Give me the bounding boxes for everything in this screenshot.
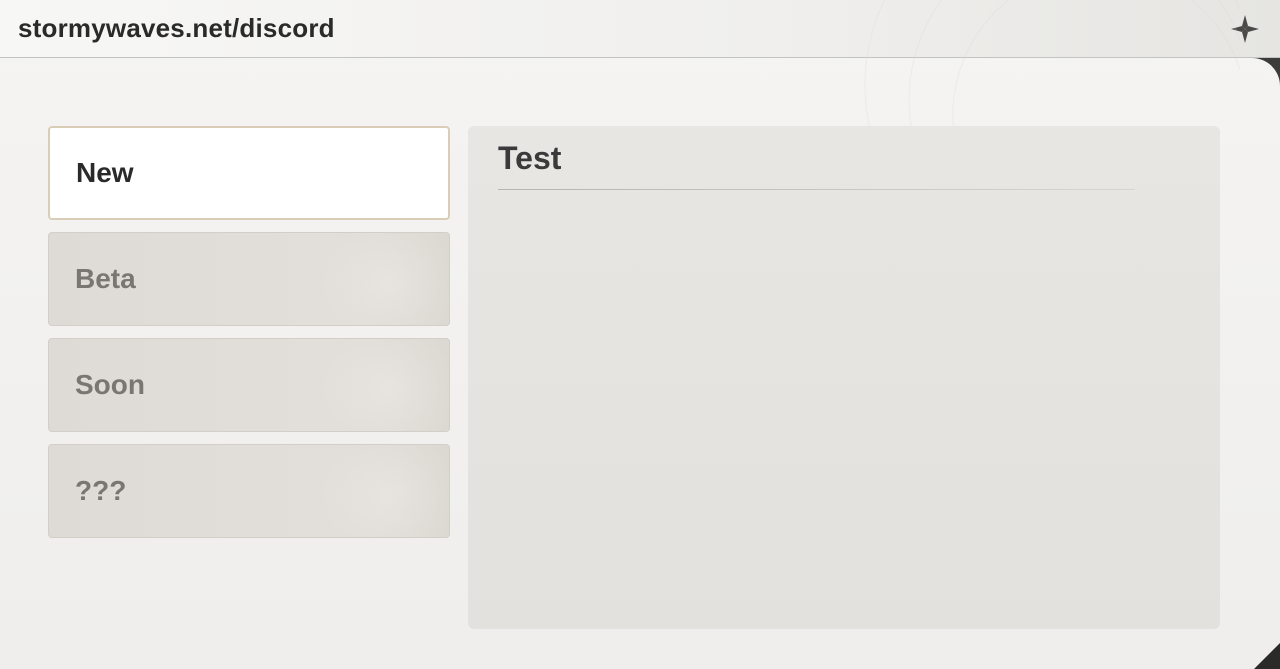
content-title: Test [498, 140, 1190, 177]
sidebar-item-unknown[interactable]: ??? [48, 444, 450, 538]
sidebar-item-label: Beta [75, 263, 136, 295]
sidebar-item-beta[interactable]: Beta [48, 232, 450, 326]
close-icon[interactable] [1228, 12, 1262, 46]
main-container: New Beta Soon ??? Test [0, 58, 1280, 669]
header-bar: stormywaves.net/discord [0, 0, 1280, 58]
bottom-corner-decoration [1254, 643, 1280, 669]
sidebar-item-label: New [76, 157, 134, 189]
content-panel: Test [468, 126, 1220, 629]
content-divider [498, 189, 1135, 190]
sidebar-item-label: ??? [75, 475, 126, 507]
sidebar-item-soon[interactable]: Soon [48, 338, 450, 432]
sidebar: New Beta Soon ??? [48, 126, 450, 629]
page-title: stormywaves.net/discord [18, 13, 335, 44]
sidebar-item-label: Soon [75, 369, 145, 401]
sidebar-item-new[interactable]: New [48, 126, 450, 220]
